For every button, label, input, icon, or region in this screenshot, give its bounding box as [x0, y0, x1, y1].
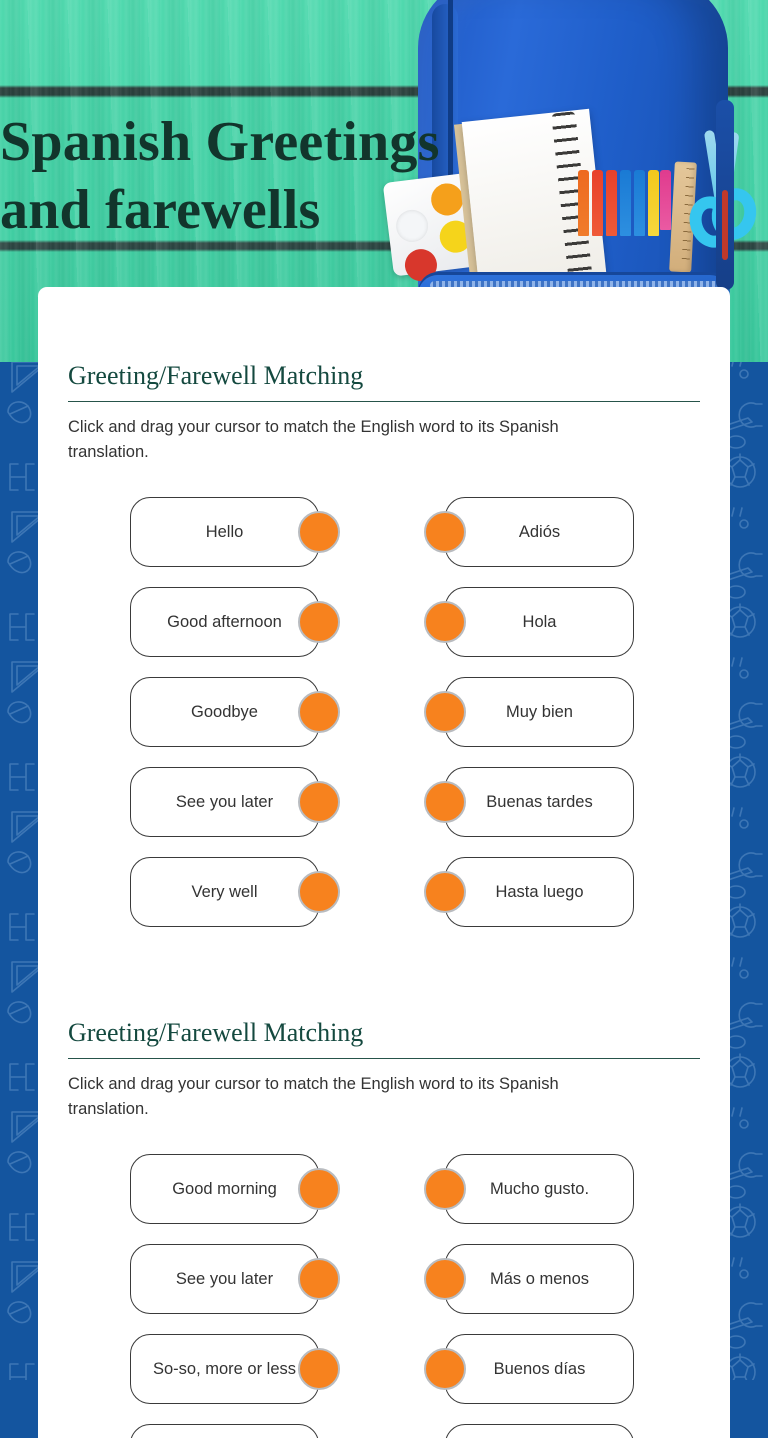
match-card-label: See you later	[175, 793, 274, 811]
match-connector-dot-left[interactable]	[298, 1348, 340, 1390]
match-card-english[interactable]: See you later	[130, 1244, 319, 1314]
marker-pink	[660, 170, 671, 230]
match-card-label: Goodbye	[191, 703, 258, 721]
match-card-label: Good morning	[172, 1180, 277, 1198]
match-card-spanish[interactable]	[445, 1424, 634, 1438]
match-card-spanish[interactable]: Más o menos	[445, 1244, 634, 1314]
match-card-label: Mucho gusto.	[489, 1180, 590, 1198]
marker-blue-2	[634, 170, 645, 236]
page-title-line-1: Spanish Greetings	[0, 111, 440, 173]
matching-pairs-list: Good morning Mucho gusto. See you later …	[68, 1122, 700, 1438]
match-card-spanish[interactable]: Adiós	[445, 497, 634, 567]
backpack-red-accent	[722, 190, 728, 260]
match-card-label: Good afternoon	[167, 613, 282, 631]
marker-blue-1	[620, 170, 631, 236]
match-card-english[interactable]: Hello	[130, 497, 319, 567]
matching-row: See you later Buenas tardes	[68, 757, 700, 847]
match-card-english[interactable]: Good afternoon	[130, 587, 319, 657]
match-card-label: Hello	[205, 523, 244, 541]
match-card-label: See you later	[175, 1270, 274, 1288]
match-connector-dot-right[interactable]	[424, 1168, 466, 1210]
match-card-label: Very well	[191, 883, 258, 901]
matching-row: Very well Hasta luego	[68, 847, 700, 937]
match-card-english[interactable]	[130, 1424, 319, 1438]
match-card-spanish[interactable]: Buenas tardes	[445, 767, 634, 837]
match-card-label: Más o menos	[489, 1270, 590, 1288]
match-card-english[interactable]: Goodbye	[130, 677, 319, 747]
match-connector-dot-left[interactable]	[298, 1168, 340, 1210]
match-card-english[interactable]: See you later	[130, 767, 319, 837]
match-connector-dot-left[interactable]	[298, 691, 340, 733]
match-connector-dot-left[interactable]	[298, 1258, 340, 1300]
match-card-label: Hasta luego	[495, 883, 584, 901]
match-connector-dot-left[interactable]	[298, 511, 340, 553]
matching-row-partially-visible	[68, 1414, 700, 1438]
marker-orange	[578, 170, 589, 236]
match-card-english[interactable]: Good morning	[130, 1154, 319, 1224]
match-card-spanish[interactable]: Hola	[445, 587, 634, 657]
matching-row: Hello Adiós	[68, 487, 700, 577]
matching-row: Good afternoon Hola	[68, 577, 700, 667]
match-connector-dot-right[interactable]	[424, 781, 466, 823]
match-connector-dot-left[interactable]	[298, 601, 340, 643]
matching-pairs-list: Hello Adiós Good afternoon Hola Goodbye …	[68, 465, 700, 937]
match-connector-dot-right[interactable]	[424, 601, 466, 643]
marker-red-1	[592, 170, 603, 236]
matching-row: See you later Más o menos	[68, 1234, 700, 1324]
match-card-label: Buenas tardes	[486, 793, 593, 811]
match-card-spanish[interactable]: Mucho gusto.	[445, 1154, 634, 1224]
page-title-line-2: and farewells	[0, 179, 321, 241]
match-connector-dot-right[interactable]	[424, 1258, 466, 1300]
match-card-spanish[interactable]: Muy bien	[445, 677, 634, 747]
match-connector-dot-left[interactable]	[298, 871, 340, 913]
matching-section-1: Greeting/Farewell Matching Click and dra…	[68, 287, 700, 937]
match-card-label: Buenos días	[493, 1360, 586, 1378]
match-card-english[interactable]: Very well	[130, 857, 319, 927]
section-instructions: Click and drag your cursor to match the …	[68, 418, 559, 461]
match-connector-dot-right[interactable]	[424, 511, 466, 553]
match-card-english[interactable]: So-so, more or less	[130, 1334, 319, 1404]
match-card-spanish[interactable]: Hasta luego	[445, 857, 634, 927]
match-card-spanish[interactable]: Buenos días	[445, 1334, 634, 1404]
match-card-label: Hola	[522, 613, 557, 631]
matching-row: Goodbye Muy bien	[68, 667, 700, 757]
matching-row: Good morning Mucho gusto.	[68, 1144, 700, 1234]
match-connector-dot-right[interactable]	[424, 691, 466, 733]
matching-row: So-so, more or less Buenos días	[68, 1324, 700, 1414]
match-card-label: So-so, more or less	[152, 1360, 297, 1378]
section-instructions: Click and drag your cursor to match the …	[68, 1075, 559, 1118]
match-connector-dot-right[interactable]	[424, 1348, 466, 1390]
match-connector-dot-left[interactable]	[298, 781, 340, 823]
marker-yellow	[648, 170, 659, 236]
section-title: Greeting/Farewell Matching	[68, 1018, 364, 1047]
marker-red-2	[606, 170, 617, 236]
match-card-label: Adiós	[518, 523, 561, 541]
match-card-label: Muy bien	[506, 703, 573, 721]
match-connector-dot-right[interactable]	[424, 871, 466, 913]
section-title: Greeting/Farewell Matching	[68, 361, 364, 390]
matching-section-2: Greeting/Farewell Matching Click and dra…	[68, 937, 700, 1438]
page-title: Spanish Greetings and farewells	[0, 108, 560, 244]
worksheet-card: Greeting/Farewell Matching Click and dra…	[38, 287, 730, 1438]
